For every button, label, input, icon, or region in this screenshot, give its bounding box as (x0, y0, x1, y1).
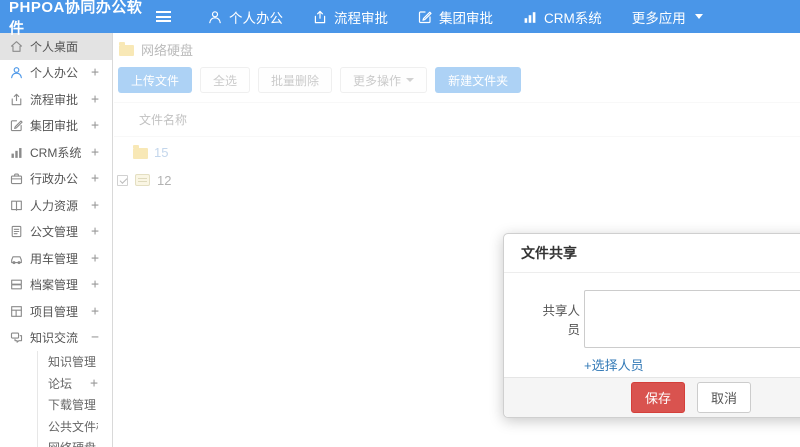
choose-personnel-link[interactable]: +选择人员 (584, 355, 644, 374)
topnav-label: 集团审批 (439, 10, 493, 26)
dialog-title: 文件共享 (504, 234, 800, 273)
expand-sign[interactable]: + (90, 376, 98, 391)
sidebar-item-document-management[interactable]: 公文管理 + (0, 219, 112, 246)
dialog-body: 共享人员 +选择人员 (504, 273, 800, 375)
briefcase-icon (10, 173, 23, 185)
sidebar-subitem-network-disk[interactable]: 网络硬盘 (38, 437, 112, 447)
expand-sign[interactable]: + (91, 92, 99, 107)
expand-sign[interactable]: + (91, 65, 99, 80)
topnav-group-approval[interactable]: 集团审批 (403, 0, 508, 33)
caret-down-icon (694, 14, 703, 23)
file-share-dialog: 文件共享 共享人员 +选择人员 保存 取消 (503, 233, 800, 418)
topnav-label: 个人办公 (229, 10, 283, 26)
sidebar-item-group-approval[interactable]: 集团审批 + (0, 113, 112, 140)
share-personnel-label: 共享人员 (542, 304, 580, 337)
expand-sign[interactable]: + (91, 145, 99, 160)
expand-sign[interactable]: + (91, 118, 99, 133)
top-navigation: 个人办公 流程审批 集团审批 CRM系统 更多应用 (193, 0, 718, 33)
user-icon (209, 10, 221, 23)
sidebar-item-label: 用车管理 (30, 251, 79, 266)
cancel-button[interactable]: 取消 (697, 382, 752, 413)
expand-sign[interactable]: + (91, 304, 99, 319)
sidebar-item-workflow-approval[interactable]: 流程审批 + (0, 86, 112, 113)
sidebar-subitem-label: 论坛 (48, 376, 73, 391)
topnav-personal-office[interactable]: 个人办公 (193, 0, 298, 33)
hamburger-menu-icon[interactable] (156, 11, 171, 22)
share-personnel-field: 共享人员 (532, 290, 800, 348)
archive-icon (11, 279, 22, 290)
app-title: PHPOA协同办公软件 (9, 0, 143, 37)
car-icon (11, 256, 22, 264)
sidebar-subitem-label: 网络硬盘 (48, 439, 98, 447)
bar-chart-icon (11, 147, 22, 158)
sidebar-item-crm-system[interactable]: CRM系统 + (0, 139, 112, 166)
sidebar-item-label: 档案管理 (30, 278, 79, 293)
sidebar-item-admin-office[interactable]: 行政办公 + (0, 166, 112, 193)
topnav-crm-system[interactable]: CRM系统 (508, 0, 617, 33)
sidebar-subitem-public-file-cabinet[interactable]: 公共文件柜 (38, 416, 112, 438)
sidebar-item-label: 行政办公 (30, 172, 79, 187)
sidebar: 个人桌面 个人办公 + 流程审批 + 集团审批 + CRM系统 + 行政办公 +… (0, 33, 113, 447)
sidebar-item-label: 个人办公 (30, 66, 79, 81)
workflow-icon (11, 93, 22, 106)
sidebar-subitem-forum[interactable]: 论坛 + (38, 373, 112, 395)
project-icon (11, 305, 22, 317)
expand-sign[interactable]: + (91, 251, 99, 266)
sidebar-subitem-download-management[interactable]: 下载管理 (38, 394, 112, 416)
sidebar-subitem-label: 下载管理 (48, 398, 97, 413)
document-icon (11, 226, 22, 238)
home-icon (10, 40, 23, 52)
sidebar-subitem-label: 公共文件柜 (48, 419, 98, 434)
topnav-label: 流程审批 (334, 10, 388, 26)
sidebar-item-label: 公文管理 (30, 225, 79, 240)
book-icon (11, 200, 22, 211)
topnav-more-apps[interactable]: 更多应用 (617, 0, 718, 33)
sidebar-item-label: CRM系统 (30, 145, 82, 160)
expand-sign[interactable]: + (91, 171, 99, 186)
sidebar-item-label: 人力资源 (30, 198, 79, 213)
topbar: PHPOA协同办公软件 个人办公 流程审批 集团审批 CRM系统 更多应用 (0, 0, 800, 37)
sidebar-item-project-management[interactable]: 项目管理 + (0, 298, 112, 325)
chat-icon (10, 332, 23, 343)
expand-sign[interactable]: + (91, 224, 99, 239)
topnav-label: 更多应用 (631, 10, 686, 26)
share-personnel-input[interactable] (584, 290, 800, 348)
workflow-icon (314, 10, 326, 23)
edit-icon (10, 120, 23, 132)
sidebar-subitem-label: 知识管理 (48, 355, 97, 370)
sidebar-item-label: 流程审批 (30, 92, 79, 107)
knowledge-exchange-submenu: 知识管理 论坛 + 下载管理 公共文件柜 网络硬盘 (37, 351, 112, 447)
user-icon (11, 67, 22, 79)
sidebar-item-personal-office[interactable]: 个人办公 + (0, 60, 112, 87)
sidebar-item-human-resources[interactable]: 人力资源 + (0, 192, 112, 219)
expand-sign[interactable]: + (91, 198, 99, 213)
expand-sign[interactable]: + (91, 277, 99, 292)
sidebar-subitem-knowledge-management[interactable]: 知识管理 (38, 351, 112, 373)
sidebar-item-label: 知识交流 (30, 331, 79, 346)
sidebar-item-archive-management[interactable]: 档案管理 + (0, 272, 112, 299)
bar-chart-icon (524, 11, 536, 23)
dialog-footer: 保存 取消 (504, 377, 800, 417)
topnav-label: CRM系统 (544, 10, 602, 26)
topnav-workflow-approval[interactable]: 流程审批 (298, 0, 403, 33)
save-button[interactable]: 保存 (630, 382, 685, 413)
sidebar-item-label: 个人桌面 (30, 39, 79, 54)
expand-sign[interactable]: − (91, 330, 99, 345)
sidebar-item-label: 项目管理 (30, 304, 79, 319)
edit-icon (418, 10, 432, 23)
sidebar-item-knowledge-exchange[interactable]: 知识交流 − (0, 325, 112, 352)
sidebar-item-vehicle-management[interactable]: 用车管理 + (0, 245, 112, 272)
sidebar-item-label: 集团审批 (30, 119, 79, 134)
